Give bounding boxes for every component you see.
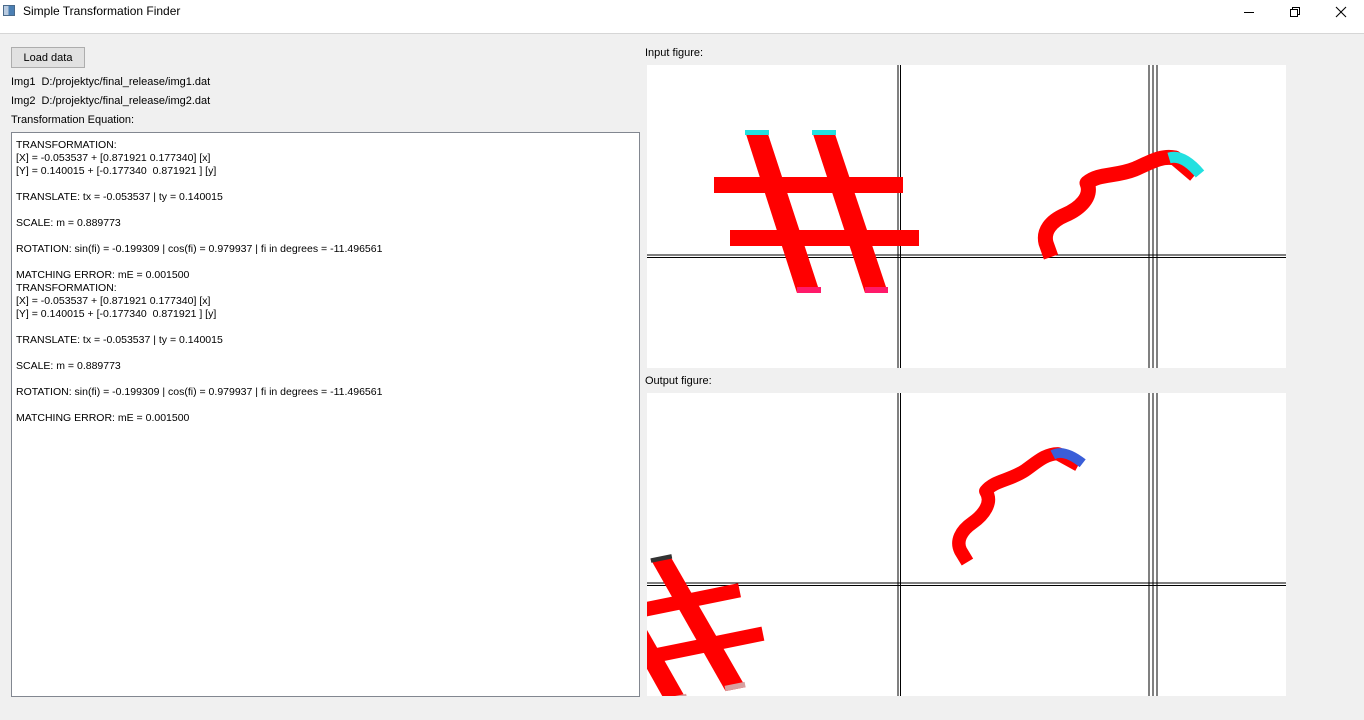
app-icon xyxy=(3,5,15,16)
input-axes xyxy=(647,65,1286,368)
load-data-button[interactable]: Load data xyxy=(11,47,85,68)
restore-button[interactable] xyxy=(1272,0,1318,24)
input-figure-label: Input figure: xyxy=(645,47,704,59)
img1-path: D:/projektyc/final_release/img1.dat xyxy=(41,76,211,88)
close-icon xyxy=(1335,6,1347,18)
brace-shape-transformed xyxy=(952,447,1086,566)
hash-shape-transformed xyxy=(647,554,765,696)
img2-info: Img2 D:/projektyc/final_release/img2.dat xyxy=(11,95,210,107)
equation-label: Transformation Equation: xyxy=(11,114,135,126)
close-button[interactable] xyxy=(1318,0,1364,24)
menu-bar xyxy=(0,24,1364,34)
output-figure xyxy=(647,393,1286,696)
hash-shape xyxy=(714,130,919,293)
output-axes xyxy=(647,393,1286,696)
img2-path: D:/projektyc/final_release/img2.dat xyxy=(41,95,211,107)
img1-label: Img1 xyxy=(11,76,36,88)
img1-info: Img1 D:/projektyc/final_release/img1.dat xyxy=(11,76,210,88)
img2-label: Img2 xyxy=(11,95,36,107)
brace-shape xyxy=(1037,149,1205,260)
title-bar: Simple Transformation Finder xyxy=(0,0,1364,24)
window-title: Simple Transformation Finder xyxy=(23,4,181,18)
input-figure xyxy=(647,65,1286,368)
equation-output[interactable]: TRANSFORMATION: [X] = -0.053537 + [0.871… xyxy=(11,132,640,697)
minimize-button[interactable] xyxy=(1226,0,1272,24)
minimize-icon xyxy=(1244,12,1254,13)
output-figure-label: Output figure: xyxy=(645,375,712,387)
restore-icon xyxy=(1290,7,1300,17)
